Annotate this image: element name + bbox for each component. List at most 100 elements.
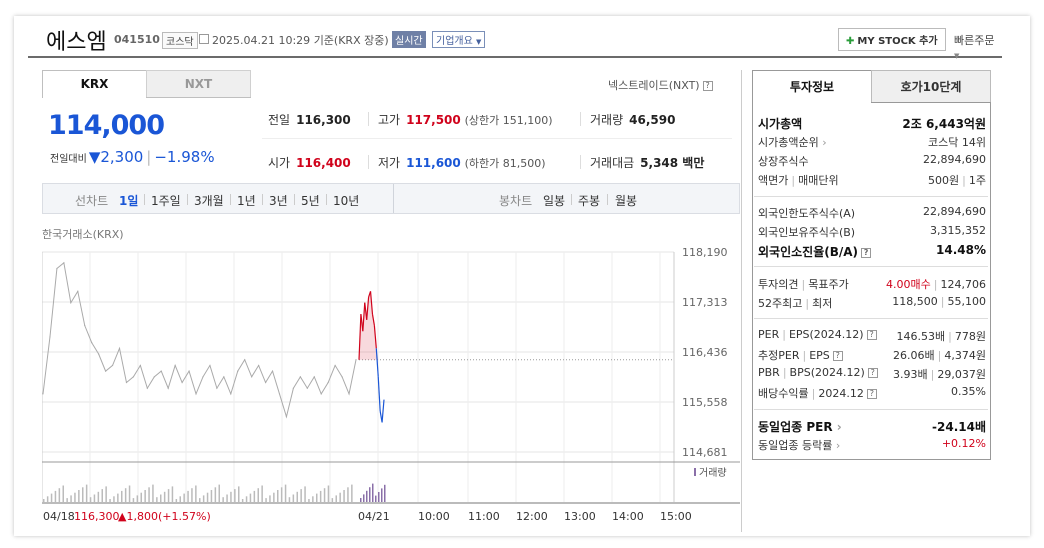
prev-day-point	[125, 381, 128, 384]
volume-bar	[160, 494, 162, 502]
prev-day-point	[237, 370, 239, 372]
volume-bar-today	[369, 487, 371, 502]
volume-bar	[124, 488, 127, 502]
volume-bar	[89, 497, 92, 502]
x-tick-label: 10:00	[418, 510, 450, 523]
prev-day-point	[174, 364, 176, 367]
prev-day-point	[230, 393, 232, 395]
chevron-right-icon: ›	[835, 439, 841, 452]
today-segment	[381, 399, 385, 423]
volume-bar-today	[363, 494, 365, 502]
foreign-limit-row: 외국인한도주식수(A) 22,894,690	[758, 205, 986, 220]
period-5y[interactable]: 5년	[301, 192, 320, 209]
help-icon: ?	[861, 248, 872, 258]
prev-day-point	[167, 387, 169, 389]
volume-bar	[175, 499, 178, 502]
prev-day-point	[341, 376, 343, 378]
prev-day-point	[91, 342, 93, 344]
volume-bar	[113, 496, 115, 502]
volume-bar	[261, 485, 263, 502]
tab-krx[interactable]: KRX	[42, 70, 147, 98]
trade-amount: 거래대금 5,348 백만	[590, 156, 705, 170]
help-icon: ?	[702, 81, 713, 91]
52week-row: 52주최고 | 최저 118,500 | 55,100	[758, 295, 986, 310]
volume-bar	[179, 496, 181, 502]
volume-bar	[269, 495, 271, 502]
volume-bar	[152, 484, 154, 502]
volume-legend-label: 거래량	[699, 467, 727, 479]
prev-day-point	[42, 393, 44, 395]
prev-day-point	[195, 393, 197, 395]
tab-orderbook[interactable]: 호가10단계	[871, 70, 991, 103]
prev-close: 전일 116,300	[268, 113, 351, 127]
stock-header: 에스엠 041510 코스닥 2025.04.21 10:29 기준(KRX 장…	[28, 22, 1002, 61]
volume-bar-today	[372, 483, 374, 502]
period-10y[interactable]: 10년	[333, 192, 359, 209]
help-icon: ?	[866, 330, 877, 340]
y-tick-label: 114,681	[682, 446, 728, 459]
prev-day-point	[244, 359, 246, 361]
volume-bar	[331, 498, 334, 502]
volume-bar	[74, 492, 76, 502]
volume-bar	[167, 489, 170, 502]
volume-bar	[273, 492, 275, 502]
period-1d[interactable]: 1일	[119, 192, 138, 209]
period-1w[interactable]: 1주일	[151, 192, 181, 209]
candle-daily[interactable]: 일봉	[543, 192, 565, 209]
volume-bar	[191, 488, 193, 502]
candle-monthly[interactable]: 월봉	[615, 192, 637, 209]
volume-bar-today	[384, 484, 386, 502]
volume-bar	[253, 490, 256, 502]
volume-bar	[323, 488, 326, 502]
mystock-button[interactable]: ✚ MY STOCK 추가	[838, 28, 946, 51]
volume-bar	[249, 493, 252, 502]
cap-rank-row[interactable]: 시가총액순위 › 코스닥 14위	[756, 134, 986, 152]
prev-day-point	[146, 387, 148, 389]
period-3y[interactable]: 3년	[269, 192, 288, 209]
volume-bar	[257, 488, 259, 502]
volume-bar	[97, 491, 100, 502]
realtime-badge[interactable]: 실시간	[392, 31, 426, 48]
volume-bar	[327, 485, 330, 502]
volume-bar	[93, 494, 96, 502]
prev-day-point	[84, 324, 86, 327]
prev-day-point	[251, 376, 253, 378]
period-1y[interactable]: 1년	[237, 192, 256, 209]
volume-bar	[101, 489, 103, 502]
prev-day-point	[320, 393, 322, 395]
prev-day-point	[216, 387, 218, 389]
volume-bar	[222, 497, 224, 502]
quick-order-button[interactable]: 빠른주문 ▼	[954, 32, 1002, 61]
chevron-right-icon: ›	[836, 420, 842, 434]
pbr-row: PBR | BPS(2024.12)? 3.93배 | 29,037원	[758, 366, 986, 381]
volume-bar	[58, 488, 61, 502]
volume-bar	[292, 494, 295, 502]
y-tick-label: 118,190	[682, 246, 728, 259]
volume-bar	[218, 484, 220, 502]
line-chart-label: 선차트	[75, 194, 109, 208]
prev-day-point	[292, 387, 294, 389]
volume-bar	[121, 490, 123, 502]
candle-weekly[interactable]: 주봉	[578, 192, 600, 209]
industry-rate-row[interactable]: 동일업종 등락률 › +0.12%	[756, 437, 986, 455]
volume-bar	[78, 490, 80, 502]
chevron-right-icon: ›	[822, 136, 827, 149]
prev-day-point	[327, 381, 329, 384]
period-3m[interactable]: 3개월	[194, 192, 224, 209]
volume-bar-today	[381, 488, 383, 502]
open-price: 시가 116,400	[268, 156, 351, 170]
price-chart[interactable]: 118,190117,313116,436115,558114,681 거래량 …	[42, 240, 742, 525]
volume-bar	[277, 490, 279, 502]
corp-info-button[interactable]: 기업개요 ▼	[432, 31, 486, 48]
volume-bar	[163, 491, 166, 502]
prev-day-point	[153, 376, 155, 378]
nxt-link[interactable]: 넥스트레이드(NXT)?	[608, 77, 713, 93]
tab-nxt[interactable]: NXT	[146, 70, 251, 98]
prev-day-point	[132, 376, 135, 378]
foreign-ratio-row: 외국인소진율(B/A)? 14.48%	[758, 243, 986, 259]
industry-per-row[interactable]: 동일업종 PER › -24.14배	[756, 418, 986, 436]
prev-day-point	[278, 393, 281, 395]
volume-bar-today	[360, 498, 362, 502]
volume-bar	[304, 486, 306, 502]
tab-invest-info[interactable]: 투자정보	[752, 70, 872, 103]
